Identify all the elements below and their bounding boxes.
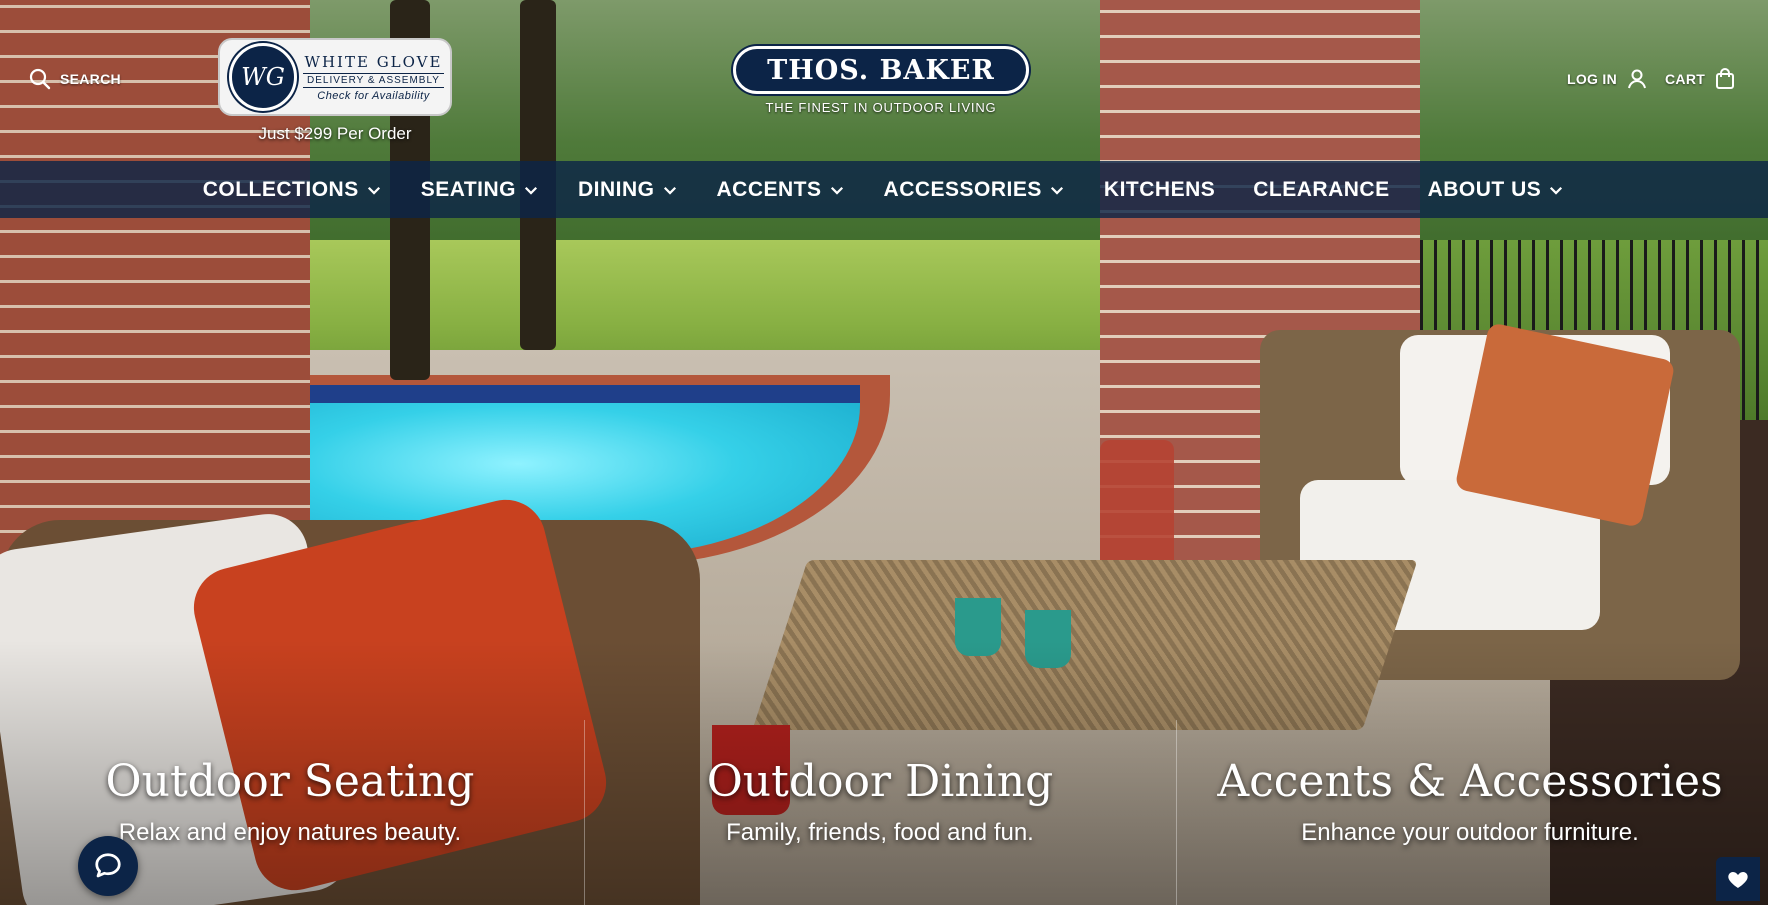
brand-logo[interactable]: THOS. BAKER: [733, 46, 1029, 94]
nav-item-label: ABOUT US: [1427, 177, 1542, 201]
tile-accents-accessories[interactable]: Accents & Accessories Enhance your outdo…: [1180, 755, 1760, 847]
login-label: LOG IN: [1567, 71, 1618, 87]
chevron-down-icon: [663, 186, 676, 195]
chevron-down-icon: [524, 186, 538, 195]
tile-title: Outdoor Dining: [706, 756, 1054, 807]
nav-item-label: ACCESSORIES: [883, 177, 1042, 201]
chevron-down-icon: [1050, 186, 1063, 195]
nav-item-clearance[interactable]: CLEARANCE: [1253, 178, 1389, 202]
heart-icon: [1728, 872, 1748, 888]
tile-divider: [1176, 720, 1177, 905]
wishlist-button[interactable]: [1716, 857, 1760, 901]
tile-outdoor-dining[interactable]: Outdoor Dining Family, friends, food and…: [590, 755, 1170, 847]
nav-item-kitchens[interactable]: KITCHENS: [1104, 178, 1215, 202]
chevron-down-icon: [367, 186, 380, 195]
white-glove-subtitle: DELIVERY & ASSEMBLY: [303, 72, 444, 88]
main-navigation: COLLECTIONS SEATING DINING ACCENTS ACCES…: [0, 161, 1768, 218]
nav-item-label: SEATING: [420, 177, 517, 201]
nav-item-seating[interactable]: SEATING: [421, 178, 540, 202]
tile-subtitle: Family, friends, food and fun.: [726, 819, 1034, 846]
white-glove-price: Just $299 Per Order: [258, 124, 412, 143]
nav-item-label: DINING: [578, 177, 655, 201]
tile-subtitle: Enhance your outdoor furniture.: [1301, 819, 1639, 846]
tile-outdoor-seating[interactable]: Outdoor Seating Relax and enjoy natures …: [0, 755, 580, 847]
white-glove-logo: WG: [229, 43, 297, 111]
white-glove-cta: Check for Availability: [317, 89, 430, 102]
shopping-bag-icon: [1716, 68, 1735, 89]
nav-item-accents[interactable]: ACCENTS: [717, 178, 846, 202]
chevron-down-icon: [830, 186, 843, 195]
nav-item-label: KITCHENS: [1103, 177, 1216, 201]
brand-tagline: THE FINEST IN OUTDOOR LIVING: [765, 100, 997, 115]
nav-item-collections[interactable]: COLLECTIONS: [203, 178, 383, 202]
chat-button[interactable]: [78, 836, 138, 896]
cart-label: CART: [1665, 71, 1706, 87]
search-label: SEARCH: [60, 71, 121, 87]
tile-divider: [584, 720, 585, 905]
white-glove-badge[interactable]: WG WHITE GLOVE DELIVERY & ASSEMBLY Check…: [218, 38, 452, 116]
nav-item-accessories[interactable]: ACCESSORIES: [884, 178, 1066, 202]
nav-item-label: CLEARANCE: [1253, 177, 1390, 201]
chat-bubble-icon: [95, 853, 121, 878]
tile-title: Accents & Accessories: [1217, 756, 1723, 807]
nav-item-about-us[interactable]: ABOUT US: [1428, 178, 1566, 202]
login-button[interactable]: LOG IN: [1567, 67, 1649, 91]
search-button[interactable]: SEARCH: [28, 67, 121, 91]
tile-title: Outdoor Seating: [105, 756, 475, 807]
user-icon: [1628, 69, 1647, 89]
chevron-down-icon: [1550, 186, 1563, 195]
nav-item-dining[interactable]: DINING: [578, 178, 679, 202]
nav-item-label: COLLECTIONS: [202, 177, 359, 201]
nav-item-label: ACCENTS: [716, 177, 822, 201]
cart-button[interactable]: CART: [1665, 67, 1737, 91]
search-icon: [29, 68, 51, 90]
white-glove-title: WHITE GLOVE: [304, 52, 443, 71]
